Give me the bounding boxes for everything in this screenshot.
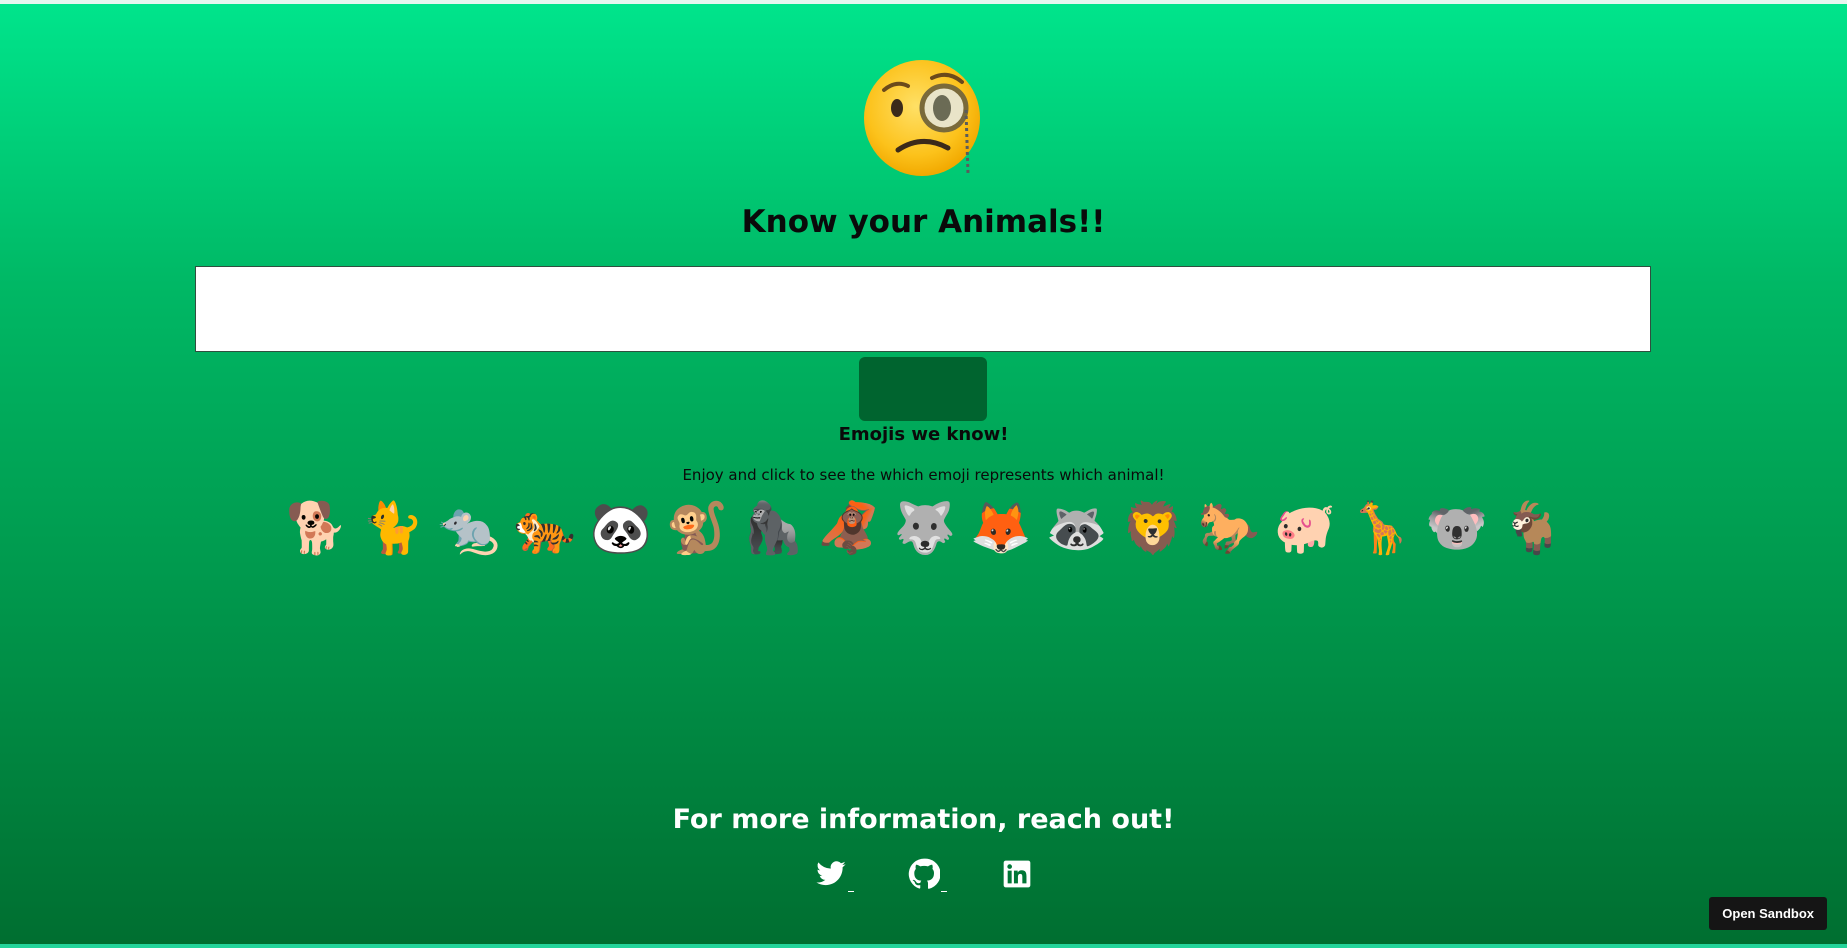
- submit-button[interactable]: [859, 357, 987, 421]
- footer-heading: For more information, reach out!: [672, 804, 1175, 835]
- cat-icon[interactable]: 🐈: [362, 498, 424, 558]
- panda-icon[interactable]: 🐼: [590, 498, 652, 558]
- emoji-section-subtitle: Enjoy and click to see the which emoji r…: [682, 466, 1165, 484]
- fox-icon[interactable]: 🦊: [970, 498, 1032, 558]
- animal-emoji-input[interactable]: [195, 266, 1651, 352]
- tiger-icon[interactable]: 🐅: [514, 498, 576, 558]
- github-link[interactable]: [908, 858, 947, 894]
- bottom-divider: [0, 944, 1847, 948]
- pig-icon[interactable]: 🐖: [1274, 498, 1336, 558]
- face-with-monocle-graphic: [863, 60, 980, 176]
- horse-icon[interactable]: 🐎: [1198, 498, 1260, 558]
- link-underline: [847, 891, 854, 892]
- giraffe-icon[interactable]: 🦒: [1350, 498, 1412, 558]
- twitter-icon: [815, 858, 847, 894]
- twitter-link[interactable]: [815, 858, 854, 894]
- github-icon: [908, 858, 941, 894]
- koala-icon[interactable]: 🐨: [1426, 498, 1488, 558]
- monkey-icon[interactable]: 🐒: [666, 498, 728, 558]
- page: { "hero": { "emoji": "🧐", "icon": "face-…: [0, 0, 1847, 948]
- linkedin-icon: [1001, 858, 1033, 894]
- goat-icon[interactable]: 🐐: [1502, 498, 1564, 558]
- face-with-monocle-icon: [862, 56, 986, 180]
- gorilla-icon[interactable]: 🦍: [742, 498, 804, 558]
- rat-icon[interactable]: 🐀: [438, 498, 500, 558]
- dog-icon[interactable]: 🐕: [286, 498, 348, 558]
- wolf-icon[interactable]: 🐺: [894, 498, 956, 558]
- raccoon-icon[interactable]: 🦝: [1046, 498, 1108, 558]
- emoji-list: 🐕 🐈 🐀 🐅 🐼 🐒 🦍 🦧 🐺 🦊 🦝 🦁 🐎 🐖 🦒 🐨 🐐: [0, 498, 1847, 558]
- page-title: Know your Animals!!: [741, 204, 1106, 240]
- open-sandbox-button[interactable]: Open Sandbox: [1709, 897, 1827, 930]
- linkedin-link[interactable]: [1001, 858, 1033, 894]
- link-underline: [940, 891, 947, 892]
- orangutan-icon[interactable]: 🦧: [818, 498, 880, 558]
- lion-icon[interactable]: 🦁: [1122, 498, 1184, 558]
- emoji-section-heading: Emojis we know!: [838, 424, 1009, 445]
- social-links: [0, 858, 1847, 894]
